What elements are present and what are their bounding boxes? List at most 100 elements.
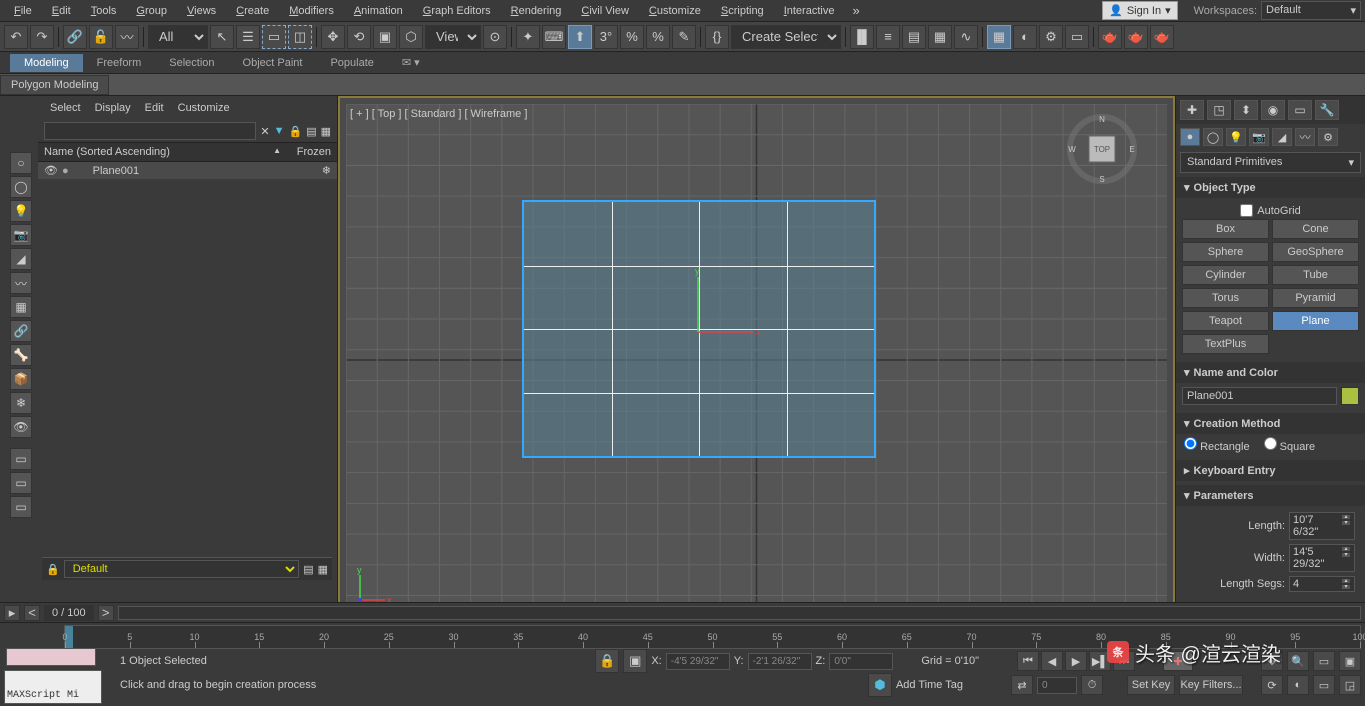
render-frame-button[interactable]: ▭ — [1065, 25, 1089, 49]
type-textplus-button[interactable]: TextPlus — [1182, 334, 1269, 354]
param-width-input[interactable]: 14'5 29/32"▴▾ — [1289, 544, 1355, 572]
workspaces-select[interactable]: Default ▾ — [1261, 1, 1361, 20]
filter-shapes-icon[interactable]: ◯ — [10, 176, 32, 198]
nav-minmax-button[interactable]: ◲ — [1339, 675, 1361, 695]
param-lsegs-input[interactable]: 4▴▾ — [1289, 576, 1355, 592]
use-pivot-button[interactable]: ⊙ — [483, 25, 507, 49]
spinner-snap-button[interactable]: % — [646, 25, 670, 49]
toggle-ribbon-button[interactable]: ▦ — [928, 25, 952, 49]
rollout-name-color[interactable]: ▾Name and Color — [1176, 362, 1365, 383]
filter-cameras-icon[interactable]: 📷 — [10, 224, 32, 246]
rollout-parameters[interactable]: ▾Parameters — [1176, 485, 1365, 506]
ribbon-mail-icon[interactable]: ✉ ▾ — [388, 53, 434, 72]
menu-edit[interactable]: Edit — [42, 2, 81, 20]
object-color-swatch[interactable] — [1341, 387, 1359, 405]
type-cone-button[interactable]: Cone — [1272, 219, 1359, 239]
filter-hidden-icon[interactable]: 👁 — [10, 416, 32, 438]
se-tab-customize[interactable]: Customize — [178, 102, 230, 114]
unlink-button[interactable]: 🔓 — [89, 25, 113, 49]
ribbon-tab-selection[interactable]: Selection — [155, 54, 228, 72]
add-time-tag[interactable]: Add Time Tag — [896, 679, 963, 691]
ribbon-tab-object-paint[interactable]: Object Paint — [229, 54, 317, 72]
menu-interactive[interactable]: Interactive — [774, 2, 845, 20]
key-filters-button[interactable]: Key Filters... — [1179, 675, 1243, 695]
rotate-button[interactable]: ⟲ — [347, 25, 371, 49]
viewport-top[interactable]: [ + ] [ Top ] [ Standard ] [ Wireframe ]… — [346, 104, 1167, 616]
isolate-icon[interactable]: ▣ — [623, 649, 647, 673]
rollout-object-type[interactable]: ▾Object Type — [1176, 177, 1365, 198]
scale-button[interactable]: ▣ — [373, 25, 397, 49]
nav-walk-button[interactable]: ◐ — [1287, 675, 1309, 695]
filter-groups-icon[interactable]: ▦ — [10, 296, 32, 318]
cp-geometry-icon[interactable]: ● — [1180, 128, 1200, 146]
lock-icon[interactable]: 🔒 — [288, 125, 302, 138]
set-key-button[interactable]: Set Key — [1127, 675, 1175, 695]
menu-civil-view[interactable]: Civil View — [571, 2, 638, 20]
transform-gizmo[interactable]: x y — [698, 282, 768, 352]
link-button[interactable]: 🔗 — [63, 25, 87, 49]
radio-rectangle[interactable]: Rectangle — [1184, 437, 1250, 453]
play-button[interactable]: ▶ — [1065, 651, 1087, 671]
rollout-keyboard-entry[interactable]: ▸Keyboard Entry — [1176, 460, 1365, 481]
cp-create-tab[interactable]: ✚ — [1180, 100, 1204, 120]
bind-space-warp-button[interactable]: 〰 — [115, 25, 139, 49]
manipulate-button[interactable]: ✦ — [516, 25, 540, 49]
track-start-button[interactable]: < — [24, 605, 40, 621]
menu-rendering[interactable]: Rendering — [501, 2, 572, 20]
se-tab-display[interactable]: Display — [95, 102, 131, 114]
mirror-button[interactable]: ▐▌ — [850, 25, 874, 49]
se-col-name[interactable]: Name (Sorted Ascending) — [44, 146, 273, 158]
lock-icon[interactable]: 🔒 — [46, 563, 60, 576]
menu-scripting[interactable]: Scripting — [711, 2, 774, 20]
layer-props-icon[interactable]: ▦ — [318, 563, 328, 576]
cp-shapes-icon[interactable]: ◯ — [1203, 128, 1223, 146]
filter-geometry-icon[interactable]: ○ — [10, 152, 32, 174]
menu-animation[interactable]: Animation — [344, 2, 413, 20]
viewport-label[interactable]: [ + ] [ Top ] [ Standard ] [ Wireframe ] — [350, 108, 527, 120]
cp-systems-icon[interactable]: ⚙ — [1318, 128, 1338, 146]
cp-helpers-icon[interactable]: ◢ — [1272, 128, 1292, 146]
rollout-creation-method[interactable]: ▾Creation Method — [1176, 413, 1365, 434]
coord-x-input[interactable]: -4'5 29/32" — [666, 653, 730, 670]
move-button[interactable]: ✥ — [321, 25, 345, 49]
lock-selection-icon[interactable]: 🔒 — [595, 649, 619, 673]
maxscript-listener[interactable]: MAXScript Mi — [4, 670, 102, 704]
filter-invert-icon[interactable]: ▭ — [10, 496, 32, 518]
primitive-category-select[interactable]: Standard Primitives▾ — [1180, 152, 1361, 173]
view-grid-icon[interactable]: ▦ — [321, 125, 331, 138]
filter-frozen-icon[interactable]: ❄ — [10, 392, 32, 414]
type-sphere-button[interactable]: Sphere — [1182, 242, 1269, 262]
cp-modify-tab[interactable]: ◳ — [1207, 100, 1231, 120]
filter-helpers-icon[interactable]: ◢ — [10, 248, 32, 270]
cp-motion-tab[interactable]: ◉ — [1261, 100, 1285, 120]
filter-xref-icon[interactable]: 🔗 — [10, 320, 32, 342]
autogrid-checkbox[interactable] — [1240, 204, 1253, 217]
view-list-icon[interactable]: ▤ — [306, 125, 316, 138]
filter-none-icon[interactable]: ▭ — [10, 448, 32, 470]
filter-icon[interactable]: ▼ — [274, 125, 285, 137]
cp-display-tab[interactable]: ▭ — [1288, 100, 1312, 120]
filter-all-icon[interactable]: ▭ — [10, 472, 32, 494]
select-object-button[interactable]: ↖ — [210, 25, 234, 49]
menu-tools[interactable]: Tools — [81, 2, 127, 20]
type-geosphere-button[interactable]: GeoSphere — [1272, 242, 1359, 262]
se-tab-select[interactable]: Select — [50, 102, 81, 114]
ribbon-panel-polygon-modeling[interactable]: Polygon Modeling — [0, 75, 109, 95]
undo-button[interactable]: ↶ — [4, 25, 28, 49]
nav-orbit-button[interactable]: ⟳ — [1261, 675, 1283, 695]
ribbon-tab-modeling[interactable]: Modeling — [10, 54, 83, 72]
type-tube-button[interactable]: Tube — [1272, 265, 1359, 285]
select-by-name-button[interactable]: ☰ — [236, 25, 260, 49]
material-editor-button[interactable]: ◐ — [1013, 25, 1037, 49]
se-search-input[interactable] — [44, 122, 256, 140]
filter-spacewarps-icon[interactable]: 〰 — [10, 272, 32, 294]
track-end-button[interactable]: > — [98, 605, 114, 621]
time-tag-icon[interactable]: ⬢ — [868, 673, 892, 697]
cp-cameras-icon[interactable]: 📷 — [1249, 128, 1269, 146]
edit-named-sel-button[interactable]: ✎ — [672, 25, 696, 49]
prev-frame-button[interactable]: ◀ — [1041, 651, 1063, 671]
keyboard-shortcut-button[interactable]: ⌨ — [542, 25, 566, 49]
menu-file[interactable]: File — [4, 2, 42, 20]
nav-max-button[interactable]: ▭ — [1313, 675, 1335, 695]
curve-editor-button[interactable]: ∿ — [954, 25, 978, 49]
